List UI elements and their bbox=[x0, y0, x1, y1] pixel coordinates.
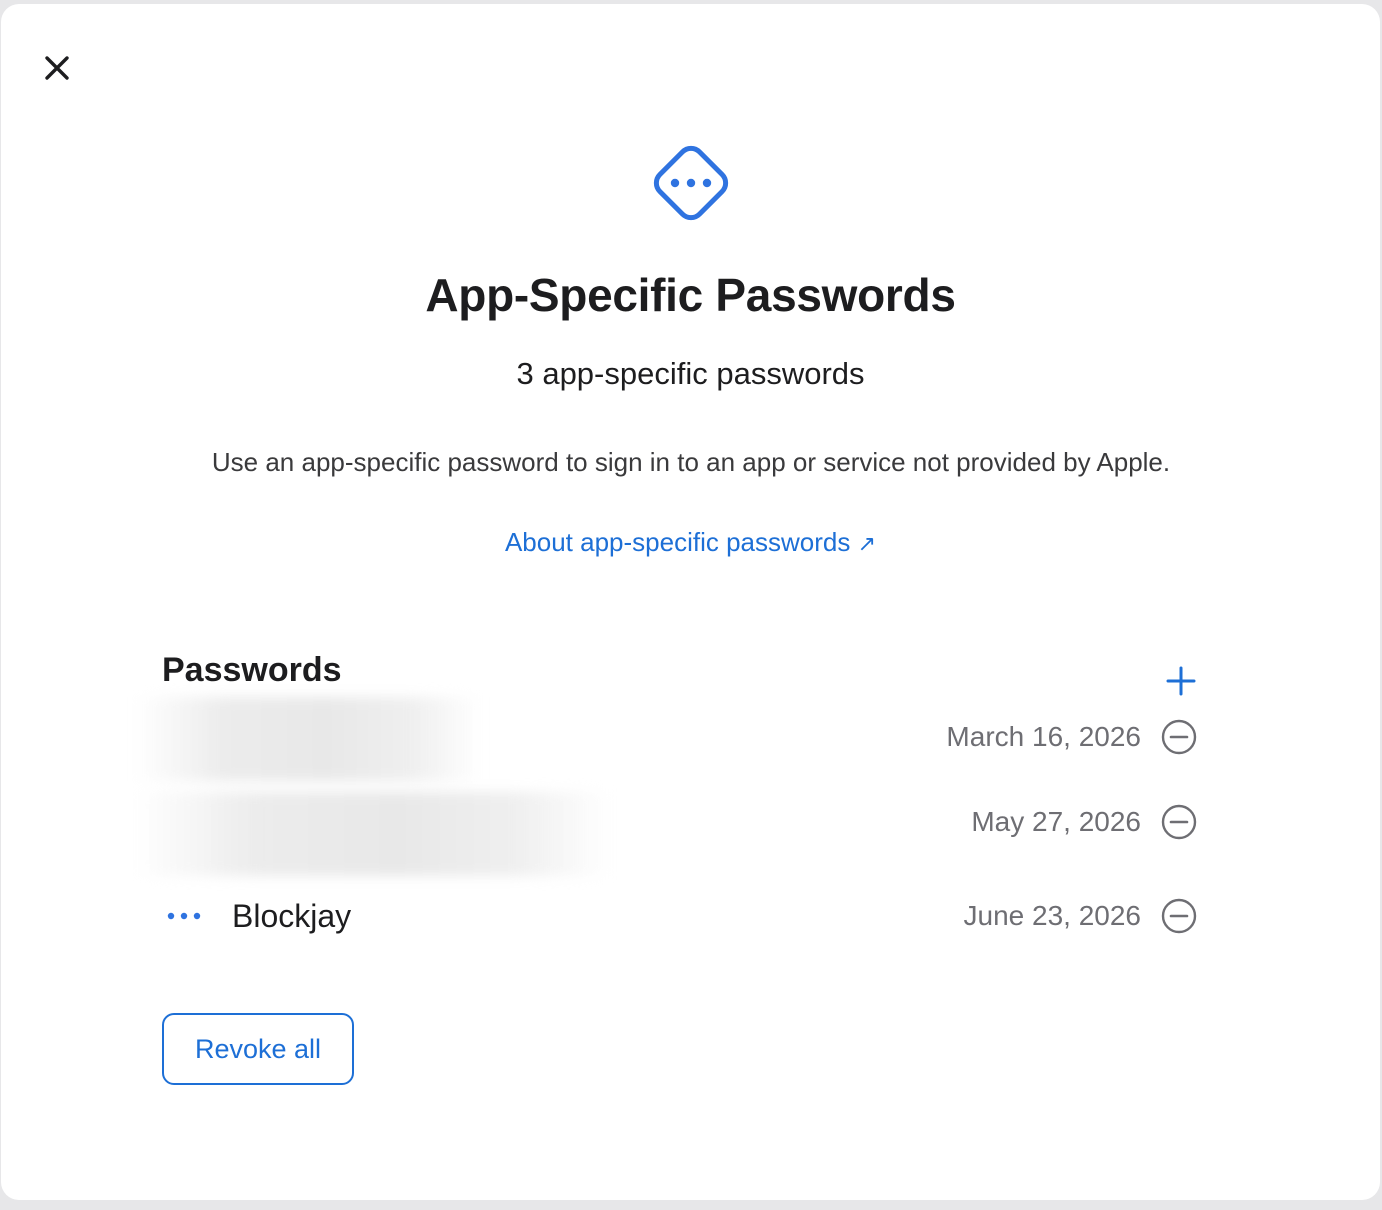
minus-circle-icon bbox=[1161, 804, 1197, 840]
remove-password-button[interactable] bbox=[1159, 717, 1199, 757]
add-password-button[interactable] bbox=[1161, 661, 1201, 701]
remove-password-button[interactable] bbox=[1159, 896, 1199, 936]
password-count: 3 app-specific passwords bbox=[516, 356, 865, 391]
ellipsis-icon bbox=[164, 876, 204, 956]
minus-circle-icon bbox=[1161, 719, 1197, 755]
page-title: App-Specific Passwords bbox=[425, 269, 956, 321]
about-link-label: About app-specific passwords bbox=[504, 527, 851, 557]
close-icon bbox=[45, 56, 69, 80]
password-row: May 27, 2026 bbox=[136, 792, 1216, 876]
external-link-icon: ↗ bbox=[857, 531, 877, 556]
plus-icon bbox=[1166, 666, 1196, 696]
app-specific-passwords-dialog: App-Specific Passwords 3 app-specific pa… bbox=[1, 4, 1380, 1200]
remove-password-button[interactable] bbox=[1159, 802, 1199, 842]
description-text: Use an app-specific password to sign in … bbox=[211, 447, 1171, 477]
about-link-container: About app-specific passwords ↗ bbox=[1, 522, 1380, 564]
app-name: Blockjay bbox=[232, 898, 352, 934]
close-button[interactable] bbox=[39, 50, 75, 86]
ellipsis-diamond-icon bbox=[653, 145, 729, 221]
password-date: June 23, 2026 bbox=[963, 900, 1142, 931]
revoke-all-button[interactable]: Revoke all bbox=[162, 1013, 354, 1085]
blurred-app-name bbox=[136, 792, 611, 876]
password-row: Blockjay June 23, 2026 bbox=[136, 876, 1216, 956]
passwords-section-title: Passwords bbox=[162, 651, 342, 689]
minus-circle-icon bbox=[1161, 898, 1197, 934]
password-row: March 16, 2026 bbox=[136, 697, 1216, 781]
about-app-specific-passwords-link[interactable]: About app-specific passwords ↗ bbox=[505, 527, 876, 557]
password-date: March 16, 2026 bbox=[946, 721, 1141, 752]
password-date: May 27, 2026 bbox=[971, 806, 1141, 837]
blurred-app-name bbox=[136, 697, 481, 781]
